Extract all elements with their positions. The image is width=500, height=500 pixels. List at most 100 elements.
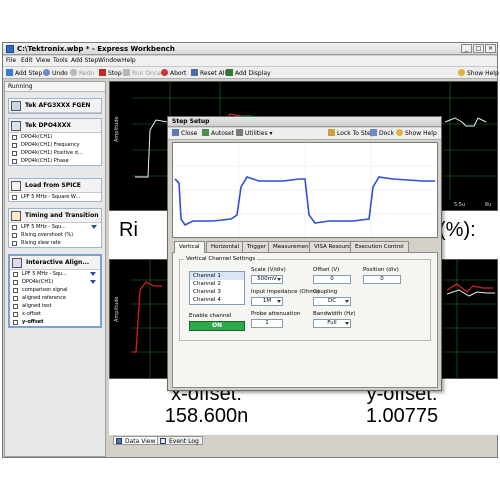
plot-grid xyxy=(173,143,437,237)
checkbox-icon xyxy=(13,296,18,301)
chevron-down-icon xyxy=(277,300,281,303)
channel-list[interactable]: Channel 1 Channel 2 Channel 3 Channel 4 xyxy=(189,271,245,305)
checkbox-icon xyxy=(13,312,18,317)
list-item[interactable]: LPF 5 MHz - Squ... xyxy=(9,223,101,231)
row-label: Rising slew rate xyxy=(21,240,61,246)
lock-to-step-button[interactable]: Lock To Step xyxy=(328,129,374,138)
dialog-close-button[interactable]: Close xyxy=(172,129,197,138)
row-label: LPF 5 MHz - Square W... xyxy=(21,194,81,200)
measurement-partial-right: (%): xyxy=(439,219,476,241)
impedance-select[interactable]: 1M xyxy=(251,297,283,306)
channel-item[interactable]: Channel 1 xyxy=(190,272,244,280)
tab-data-view[interactable]: Data View xyxy=(113,436,160,445)
maximize-button[interactable]: □ xyxy=(473,44,484,53)
tab-event-log[interactable]: Event Log xyxy=(157,436,203,445)
list-item[interactable]: aligned reference xyxy=(10,294,100,302)
oscilloscope-icon xyxy=(11,121,21,131)
list-item[interactable]: LPF 5 MHz - Square W... xyxy=(9,193,101,201)
step-load-spice[interactable]: Load from SPICE LPF 5 MHz - Square W... xyxy=(8,178,102,202)
undo-label: Undo xyxy=(52,70,68,77)
list-item[interactable]: x-offset xyxy=(10,310,100,318)
tab-execution-control[interactable]: Execution Control xyxy=(350,241,409,252)
dialog-title: Step Setup xyxy=(168,117,441,127)
dropdown-arrow-icon[interactable] xyxy=(91,225,97,229)
menu-tools[interactable]: Tools xyxy=(53,57,68,65)
dialog-preview-plot[interactable] xyxy=(172,142,438,238)
row-label: Rising overshoot (%) xyxy=(21,232,74,238)
menu-bar: File Edit View Tools Add Step Window Hel… xyxy=(3,56,497,66)
list-item[interactable]: DPO4k(CH1) Positive d... xyxy=(9,149,101,157)
step-interactive-align[interactable]: Interactive Align... LPF 5 MHz - Squ... … xyxy=(8,254,102,328)
step-dpo-scope[interactable]: Tek DPO4XXX DPO4k(CH1) DPO4k(CH1) Freque… xyxy=(8,118,102,166)
run-once-button[interactable]: Run Once xyxy=(123,69,161,78)
lock-to-step-label: Lock To Step xyxy=(337,130,375,137)
run-status: Running xyxy=(5,82,105,92)
list-item[interactable]: aligned test xyxy=(10,302,100,310)
add-step-button[interactable]: Add Step xyxy=(6,69,42,78)
menu-window[interactable]: Window xyxy=(98,57,122,65)
dialog-help-button[interactable]: Show Help xyxy=(396,129,437,138)
attenuation-field[interactable]: 1 xyxy=(251,319,283,328)
checkbox-icon xyxy=(12,241,17,246)
list-item[interactable]: DPO4k(CH1) xyxy=(10,278,100,286)
list-item[interactable]: DPO4k(CH1) xyxy=(9,133,101,141)
add-display-button[interactable]: Add Display xyxy=(226,69,271,78)
show-help-button[interactable]: Show Help xyxy=(458,69,499,78)
undo-button[interactable]: Undo xyxy=(43,69,68,78)
dock-button[interactable]: Dock xyxy=(370,129,394,138)
checkbox-icon xyxy=(12,159,17,164)
bandwidth-select[interactable]: Full xyxy=(313,319,351,328)
list-item[interactable]: comparison signal xyxy=(10,286,100,294)
redo-button[interactable]: Redo xyxy=(70,69,94,78)
channel-item[interactable]: Channel 2 xyxy=(190,280,244,288)
abort-label: Abort xyxy=(170,70,187,77)
offset-field[interactable]: 0 xyxy=(313,275,351,284)
enable-channel-toggle[interactable]: ON xyxy=(189,321,245,331)
tab-horizontal[interactable]: Horizontal xyxy=(206,241,245,252)
utilities-button[interactable]: Utilities ▾ xyxy=(236,129,273,138)
close-label: Close xyxy=(181,130,198,137)
redo-icon xyxy=(70,69,77,76)
list-item[interactable]: Rising overshoot (%) xyxy=(9,231,101,239)
dropdown-arrow-icon[interactable] xyxy=(90,280,96,284)
menu-view[interactable]: View xyxy=(36,57,50,65)
coupling-select[interactable]: DC xyxy=(313,297,351,306)
channel-item[interactable]: Channel 4 xyxy=(190,296,244,304)
tab-trigger[interactable]: Trigger xyxy=(242,241,271,252)
tab-vertical[interactable]: Vertical xyxy=(174,241,205,253)
undo-icon xyxy=(43,69,50,76)
row-label: DPO4k(CH1) xyxy=(21,134,53,140)
list-item[interactable]: LPF 5 MHz - Squ... xyxy=(10,270,100,278)
add-step-icon xyxy=(6,69,13,76)
abort-button[interactable]: Abort xyxy=(161,69,186,78)
step-header: Load from SPICE xyxy=(9,179,101,193)
list-item[interactable]: DPO4k(CH1) Phase xyxy=(9,157,101,165)
close-window-button[interactable]: × xyxy=(485,44,496,53)
checkbox-icon xyxy=(13,320,18,325)
list-item[interactable]: DPO4k(CH1) Frequency xyxy=(9,141,101,149)
checkbox-icon xyxy=(12,151,17,156)
position-field[interactable]: 0 xyxy=(363,275,401,284)
dropdown-arrow-icon[interactable] xyxy=(90,272,96,276)
menu-add-step[interactable]: Add Step xyxy=(71,57,98,65)
menu-file[interactable]: File xyxy=(6,57,16,65)
row-label: DPO4k(CH1) Frequency xyxy=(21,142,80,148)
reset-all-button[interactable]: Reset All xyxy=(191,69,226,78)
dock-label: Dock xyxy=(379,130,395,137)
trace-red xyxy=(446,283,493,293)
step-afg-fgen[interactable]: Tek AFG3XXX FGEN xyxy=(8,98,102,114)
autoset-button[interactable]: Autoset xyxy=(202,129,234,138)
step-timing-transition[interactable]: Timing and Transition LPF 5 MHz - Squ...… xyxy=(8,208,102,248)
channel-item[interactable]: Channel 3 xyxy=(190,288,244,296)
run-once-label: Run Once xyxy=(132,70,161,77)
menu-help[interactable]: Help xyxy=(122,57,136,65)
row-label: comparison signal xyxy=(22,287,68,293)
list-item[interactable]: y-offset xyxy=(10,318,100,326)
menu-edit[interactable]: Edit xyxy=(21,57,33,65)
tab-label: Data View xyxy=(125,438,156,445)
stop-button[interactable]: Stop xyxy=(99,69,122,78)
list-item[interactable]: Rising slew rate xyxy=(9,239,101,247)
autoset-label: Autoset xyxy=(211,130,235,137)
scale-select[interactable]: 500mV xyxy=(251,275,283,284)
minimize-button[interactable]: _ xyxy=(461,44,472,53)
